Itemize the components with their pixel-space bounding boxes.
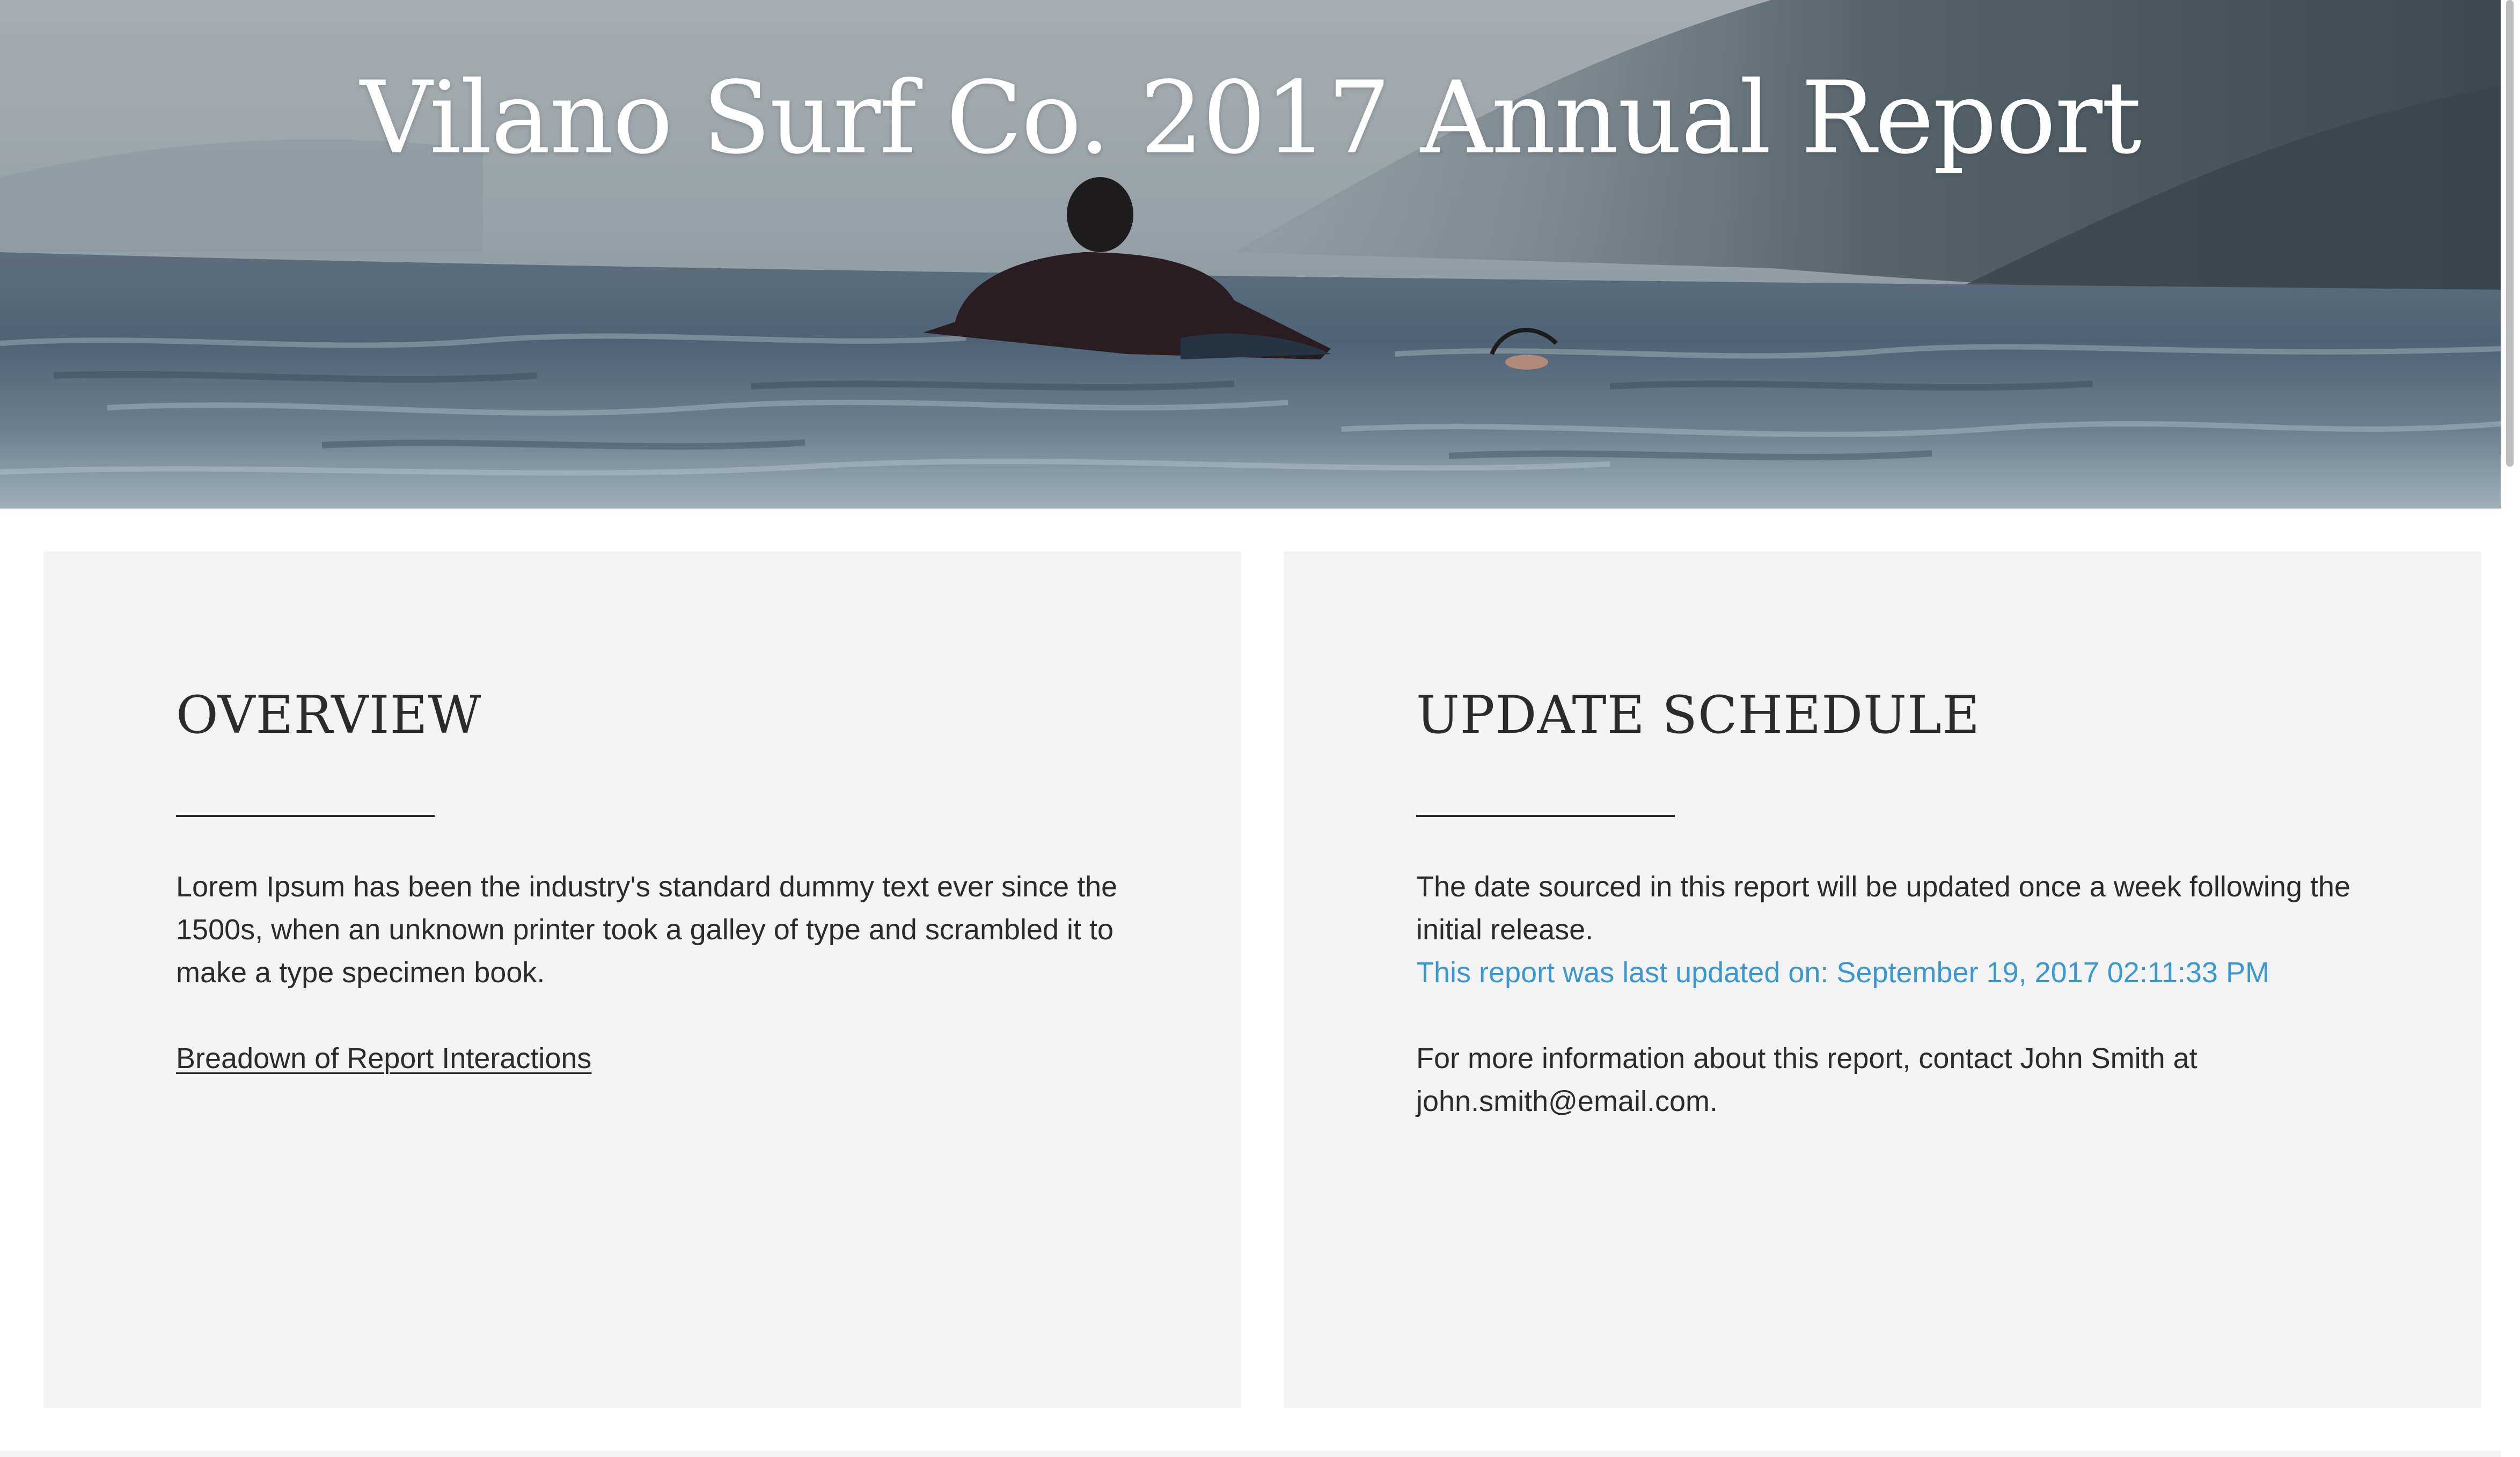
update-schedule-paragraph: The date sourced in this report will be …	[1416, 871, 2351, 946]
heading-divider	[176, 815, 435, 818]
hero-banner: Vilano Surf Co. 2017 Annual Report	[0, 0, 2501, 509]
page-title: Vilano Surf Co. 2017 Annual Report	[360, 60, 2142, 176]
next-section-edge	[0, 1451, 2501, 1457]
overview-heading: OVERVIEW	[176, 685, 482, 745]
update-schedule-heading: UPDATE SCHEDULE	[1416, 685, 1980, 745]
report-interactions-link[interactable]: Breadown of Report Interactions	[176, 1037, 591, 1080]
contact-text: For more information about this report, …	[1416, 1042, 2197, 1118]
scrollbar-thumb[interactable]	[2506, 0, 2514, 467]
overview-card: OVERVIEW Lorem Ipsum has been the indust…	[43, 551, 1241, 1408]
last-updated-text: This report was last updated on: Septemb…	[1416, 956, 2269, 989]
report-page: Vilano Surf Co. 2017 Annual Report OVERV…	[0, 0, 2520, 1457]
heading-divider	[1416, 815, 1675, 818]
update-schedule-card: UPDATE SCHEDULE The date sourced in this…	[1284, 551, 2481, 1408]
overview-paragraph: Lorem Ipsum has been the industry's stan…	[176, 871, 1118, 989]
